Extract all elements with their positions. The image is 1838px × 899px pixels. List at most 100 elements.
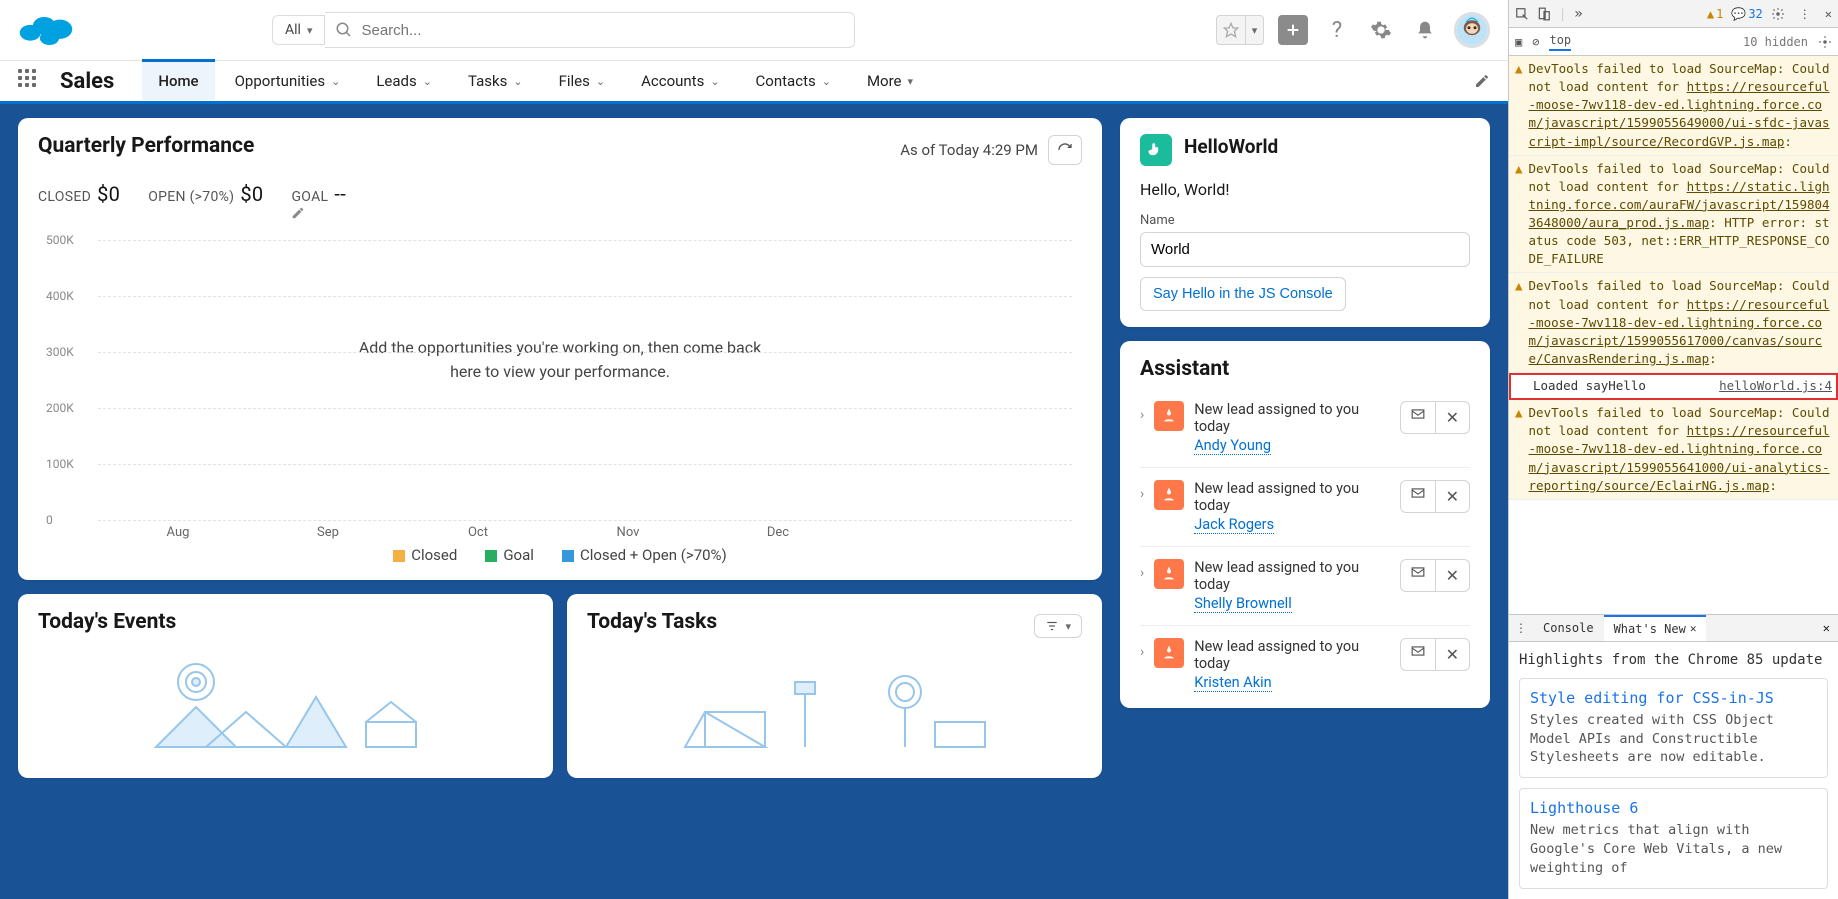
- expand-icon[interactable]: ›: [1140, 565, 1144, 581]
- notifications-button[interactable]: [1410, 15, 1440, 45]
- plus-icon: [1285, 22, 1301, 38]
- dismiss-button[interactable]: ✕: [1436, 559, 1470, 592]
- qp-asof: As of Today 4:29 PM: [900, 141, 1038, 159]
- close-icon: ✕: [1446, 645, 1459, 664]
- drawer-tab-console[interactable]: Console: [1533, 615, 1604, 641]
- whatsnew-card-body: New metrics that align with Google's Cor…: [1530, 821, 1817, 878]
- assistant-item: › New lead assigned to you todayShelly B…: [1140, 546, 1470, 625]
- inspect-element-button[interactable]: [1515, 7, 1529, 21]
- device-toggle-button[interactable]: [1537, 7, 1551, 21]
- nav-accounts[interactable]: Accounts⌄: [625, 62, 735, 100]
- whatsnew-card-title[interactable]: Style editing for CSS-in-JS: [1530, 689, 1817, 707]
- pencil-icon: [1474, 73, 1490, 89]
- email-button[interactable]: [1400, 401, 1436, 434]
- lead-link[interactable]: Jack Rogers: [1194, 516, 1274, 534]
- helloworld-icon: [1140, 134, 1172, 166]
- refresh-button[interactable]: [1048, 135, 1082, 165]
- search-input[interactable]: [361, 22, 844, 39]
- mail-icon: [1411, 645, 1425, 657]
- nav-more[interactable]: More▾: [851, 62, 929, 100]
- expand-icon[interactable]: ›: [1140, 407, 1144, 423]
- warning-icon: ▲: [1515, 277, 1523, 368]
- dismiss-button[interactable]: ✕: [1436, 401, 1470, 434]
- expand-icon[interactable]: ›: [1140, 644, 1144, 660]
- lead-icon: [1154, 401, 1184, 431]
- global-search[interactable]: [325, 12, 855, 48]
- nav-home[interactable]: Home: [142, 59, 214, 100]
- console-warning: ▲DevTools failed to load SourceMap: Coul…: [1509, 400, 1838, 500]
- inspect-icon: [1515, 7, 1529, 21]
- chevron-down-icon: ⌄: [822, 75, 831, 88]
- sourcemap-link[interactable]: https://resourceful-moose-7wv118-dev-ed.…: [1529, 297, 1830, 366]
- drawer-tab-whatsnew[interactable]: What's New ✕: [1604, 615, 1707, 641]
- nav-files[interactable]: Files⌄: [543, 62, 622, 100]
- tasks-title: Today's Tasks: [587, 610, 717, 634]
- quarterly-performance-card: Quarterly Performance As of Today 4:29 P…: [18, 118, 1102, 580]
- console-settings-button[interactable]: [1818, 35, 1832, 49]
- chevron-down-icon: ⌄: [331, 75, 340, 88]
- pencil-icon: [291, 206, 305, 220]
- warning-icon: ▲: [1515, 60, 1523, 151]
- email-button[interactable]: [1400, 559, 1436, 592]
- user-avatar[interactable]: [1454, 12, 1490, 48]
- refresh-icon: [1057, 142, 1073, 158]
- drawer-menu-button[interactable]: ⋮: [1509, 621, 1533, 635]
- edit-nav-button[interactable]: [1474, 73, 1490, 89]
- nav-opportunities[interactable]: Opportunities⌄: [219, 62, 357, 100]
- filter-icon: [1045, 619, 1059, 633]
- devtools-close-button[interactable]: ✕: [1825, 7, 1832, 21]
- hw-say-hello-button[interactable]: Say Hello in the JS Console: [1140, 277, 1346, 311]
- messages-count[interactable]: 💬32: [1731, 7, 1762, 21]
- console-clear-button[interactable]: ⊘: [1532, 35, 1539, 49]
- setup-gear-button[interactable]: [1366, 15, 1396, 45]
- hw-name-input[interactable]: [1140, 232, 1470, 267]
- nav-tasks[interactable]: Tasks⌄: [452, 62, 539, 100]
- gear-icon: [1771, 7, 1785, 21]
- salesforce-logo[interactable]: [18, 10, 74, 50]
- favorites-dropdown[interactable]: ▾: [1246, 15, 1264, 45]
- whatsnew-card-body: Styles created with CSS Object Model API…: [1530, 711, 1817, 768]
- email-button[interactable]: [1400, 480, 1436, 513]
- todays-tasks-card: Today's Tasks ▾: [567, 594, 1102, 778]
- qp-chart: Add the opportunities you're working on,…: [38, 230, 1082, 540]
- sourcemap-link[interactable]: https://resourceful-moose-7wv118-dev-ed.…: [1529, 423, 1830, 492]
- hand-icon: [1147, 141, 1165, 159]
- dismiss-button[interactable]: ✕: [1436, 480, 1470, 513]
- sourcemap-link[interactable]: https://resourceful-moose-7wv118-dev-ed.…: [1529, 79, 1830, 148]
- favorite-star-button[interactable]: [1216, 15, 1246, 45]
- lead-link[interactable]: Shelly Brownell: [1194, 595, 1292, 613]
- search-scope-label: All: [285, 22, 301, 38]
- drawer-close-button[interactable]: ✕: [1815, 621, 1838, 635]
- close-icon: ✕: [1446, 566, 1459, 585]
- warnings-count[interactable]: ▲1: [1707, 7, 1723, 21]
- close-icon[interactable]: ✕: [1690, 622, 1697, 635]
- tasks-illustration: [587, 642, 1082, 762]
- lead-link[interactable]: Andy Young: [1194, 437, 1271, 455]
- lead-link[interactable]: Kristen Akin: [1194, 674, 1271, 692]
- help-button[interactable]: ?: [1322, 15, 1352, 45]
- console-context[interactable]: top: [1549, 33, 1571, 51]
- add-button[interactable]: [1278, 15, 1308, 45]
- assistant-card: Assistant › New lead assigned to you tod…: [1120, 341, 1490, 708]
- devtools-menu-button[interactable]: ⋮: [1793, 7, 1817, 21]
- assistant-item: › New lead assigned to you todayJack Rog…: [1140, 467, 1470, 546]
- console-hidden-count[interactable]: 10 hidden: [1743, 35, 1808, 49]
- helloworld-card: HelloWorld Hello, World! Name Say Hello …: [1120, 118, 1490, 327]
- console-log-highlighted: Loaded sayHellohelloWorld.js:4: [1509, 373, 1838, 400]
- console-play-button[interactable]: ▣: [1515, 35, 1522, 49]
- nav-contacts[interactable]: Contacts⌄: [740, 62, 847, 100]
- expand-icon[interactable]: ›: [1140, 486, 1144, 502]
- source-link[interactable]: helloWorld.js:4: [1719, 377, 1832, 395]
- nav-leads[interactable]: Leads⌄: [360, 62, 448, 100]
- devtools-settings-button[interactable]: [1771, 7, 1785, 21]
- whatsnew-card-title[interactable]: Lighthouse 6: [1530, 799, 1817, 817]
- edit-goal-button[interactable]: [291, 206, 353, 220]
- search-scope-dropdown[interactable]: All ▾: [272, 15, 325, 45]
- app-launcher-button[interactable]: [18, 69, 42, 93]
- dismiss-button[interactable]: ✕: [1436, 638, 1470, 671]
- mail-icon: [1411, 408, 1425, 420]
- email-button[interactable]: [1400, 638, 1436, 671]
- sourcemap-link[interactable]: https://static.lightning.force.com/auraF…: [1529, 179, 1830, 230]
- more-tabs-button[interactable]: »: [1574, 6, 1582, 22]
- tasks-filter-dropdown[interactable]: ▾: [1034, 614, 1082, 638]
